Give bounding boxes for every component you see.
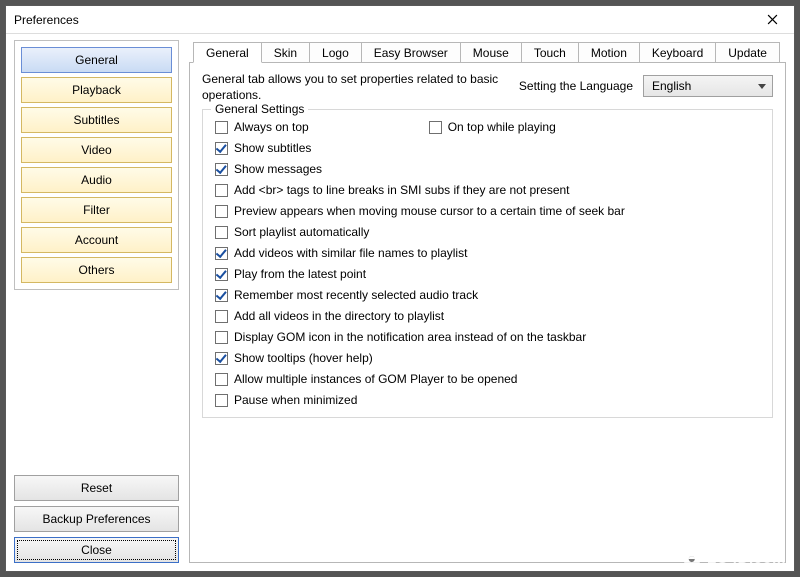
tab-general[interactable]: General xyxy=(193,42,262,63)
checkbox-add-videos-with-similar-file-names-to-pl[interactable]: Add videos with similar file names to pl… xyxy=(215,246,762,260)
checkbox-on-top-while-playing[interactable]: On top while playing xyxy=(429,120,556,134)
sidebar-item-general[interactable]: General xyxy=(21,47,172,73)
reset-button[interactable]: Reset xyxy=(14,475,179,501)
tabstrip: GeneralSkinLogoEasy BrowserMouseTouchMot… xyxy=(193,40,786,62)
general-settings-fieldset: General Settings Always on topOn top whi… xyxy=(202,109,773,418)
checkbox-add-all-videos-in-the-directory-to-playl[interactable]: Add all videos in the directory to playl… xyxy=(215,309,762,323)
checkbox-label: Add videos with similar file names to pl… xyxy=(234,246,467,260)
checkbox-always-on-top[interactable]: Always on top xyxy=(215,120,309,134)
close-icon[interactable] xyxy=(752,8,792,32)
checkbox-box[interactable] xyxy=(215,310,228,323)
checkbox-label: Sort playlist automatically xyxy=(234,225,369,239)
checkbox-show-messages[interactable]: Show messages xyxy=(215,162,762,176)
tab-panel-general: General tab allows you to set properties… xyxy=(189,62,786,563)
checkbox-label: Display GOM icon in the notification are… xyxy=(234,330,586,344)
tab-keyboard[interactable]: Keyboard xyxy=(639,42,716,62)
close-button[interactable]: Close xyxy=(14,537,179,563)
category-list: General Playback Subtitles Video Audio Filter… xyxy=(14,40,179,290)
checkbox-display-gom-icon-in-the-notification-are[interactable]: Display GOM icon in the notification are… xyxy=(215,330,762,344)
checkbox-label: Play from the latest point xyxy=(234,267,366,281)
sidebar-bottom-buttons: Reset Backup Preferences Close xyxy=(14,475,179,563)
checkbox-label: On top while playing xyxy=(448,120,556,134)
checkbox-box[interactable] xyxy=(215,373,228,386)
checkbox-remember-most-recently-selected-audio-tr[interactable]: Remember most recently selected audio tr… xyxy=(215,288,762,302)
tab-mouse[interactable]: Mouse xyxy=(460,42,522,62)
checkbox-list: Always on top On top while playing Show su… xyxy=(215,120,762,407)
content-area: GeneralSkinLogoEasy BrowserMouseTouchMot… xyxy=(189,40,786,563)
checkbox-box[interactable] xyxy=(215,394,228,407)
language-select[interactable]: English xyxy=(643,75,773,97)
tab-logo[interactable]: Logo xyxy=(309,42,362,62)
sidebar-item-account[interactable]: Account xyxy=(21,227,172,253)
tab-easy-browser[interactable]: Easy Browser xyxy=(361,42,461,62)
checkbox-box[interactable] xyxy=(215,331,228,344)
panel-header: General tab allows you to set properties… xyxy=(202,71,773,103)
checkbox-box[interactable] xyxy=(215,226,228,239)
checkbox-label: Allow multiple instances of GOM Player t… xyxy=(234,372,517,386)
chevron-down-icon xyxy=(758,84,766,89)
checkbox-box[interactable] xyxy=(215,352,228,365)
tab-skin[interactable]: Skin xyxy=(261,42,310,62)
checkbox-box[interactable] xyxy=(215,268,228,281)
checkbox-box[interactable] xyxy=(215,205,228,218)
checkbox-play-from-the-latest-point[interactable]: Play from the latest point xyxy=(215,267,762,281)
checkbox-label: Pause when minimized xyxy=(234,393,357,407)
checkbox-box[interactable] xyxy=(215,163,228,176)
window-body: General Playback Subtitles Video Audio Filter… xyxy=(6,34,794,571)
language-label: Setting the Language xyxy=(519,79,633,93)
backup-preferences-button[interactable]: Backup Preferences xyxy=(14,506,179,532)
sidebar: General Playback Subtitles Video Audio Filter… xyxy=(14,40,179,563)
checkbox-box[interactable] xyxy=(429,121,442,134)
checkbox-sort-playlist-automatically[interactable]: Sort playlist automatically xyxy=(215,225,762,239)
checkbox-pair: Always on top On top while playing xyxy=(215,120,762,134)
checkbox-preview-appears-when-moving-mouse-cursor[interactable]: Preview appears when moving mouse cursor… xyxy=(215,204,762,218)
language-row: Setting the Language English xyxy=(519,71,773,97)
sidebar-item-others[interactable]: Others xyxy=(21,257,172,283)
sidebar-item-filter[interactable]: Filter xyxy=(21,197,172,223)
checkbox-label: Add all videos in the directory to playl… xyxy=(234,309,444,323)
sidebar-item-audio[interactable]: Audio xyxy=(21,167,172,193)
checkbox-box[interactable] xyxy=(215,142,228,155)
tab-update[interactable]: Update xyxy=(715,42,780,62)
tab-touch[interactable]: Touch xyxy=(521,42,579,62)
checkbox-allow-multiple-instances-of-gom-player-t[interactable]: Allow multiple instances of GOM Player t… xyxy=(215,372,762,386)
window-title: Preferences xyxy=(14,13,79,27)
checkbox-pause-when-minimized[interactable]: Pause when minimized xyxy=(215,393,762,407)
checkbox-add-br-tags-to-line-breaks-in-smi-subs-i[interactable]: Add <br> tags to line breaks in SMI subs… xyxy=(215,183,762,197)
titlebar: Preferences xyxy=(6,6,794,34)
checkbox-box[interactable] xyxy=(215,121,228,134)
panel-description: General tab allows you to set properties… xyxy=(202,71,499,103)
checkbox-box[interactable] xyxy=(215,184,228,197)
checkbox-show-subtitles[interactable]: Show subtitles xyxy=(215,141,762,155)
checkbox-label: Remember most recently selected audio tr… xyxy=(234,288,478,302)
preferences-window: Preferences General Playback Subtitles Vide… xyxy=(5,5,795,572)
checkbox-label: Show tooltips (hover help) xyxy=(234,351,373,365)
checkbox-label: Show subtitles xyxy=(234,141,311,155)
sidebar-item-subtitles[interactable]: Subtitles xyxy=(21,107,172,133)
sidebar-item-playback[interactable]: Playback xyxy=(21,77,172,103)
checkbox-label: Show messages xyxy=(234,162,322,176)
sidebar-item-video[interactable]: Video xyxy=(21,137,172,163)
checkbox-show-tooltips-hover-help[interactable]: Show tooltips (hover help) xyxy=(215,351,762,365)
checkbox-box[interactable] xyxy=(215,289,228,302)
checkbox-box[interactable] xyxy=(215,247,228,260)
fieldset-legend: General Settings xyxy=(211,102,308,116)
checkbox-label: Preview appears when moving mouse cursor… xyxy=(234,204,625,218)
tab-motion[interactable]: Motion xyxy=(578,42,640,62)
checkbox-label: Always on top xyxy=(234,120,309,134)
language-value: English xyxy=(652,79,691,93)
checkbox-label: Add <br> tags to line breaks in SMI subs… xyxy=(234,183,570,197)
